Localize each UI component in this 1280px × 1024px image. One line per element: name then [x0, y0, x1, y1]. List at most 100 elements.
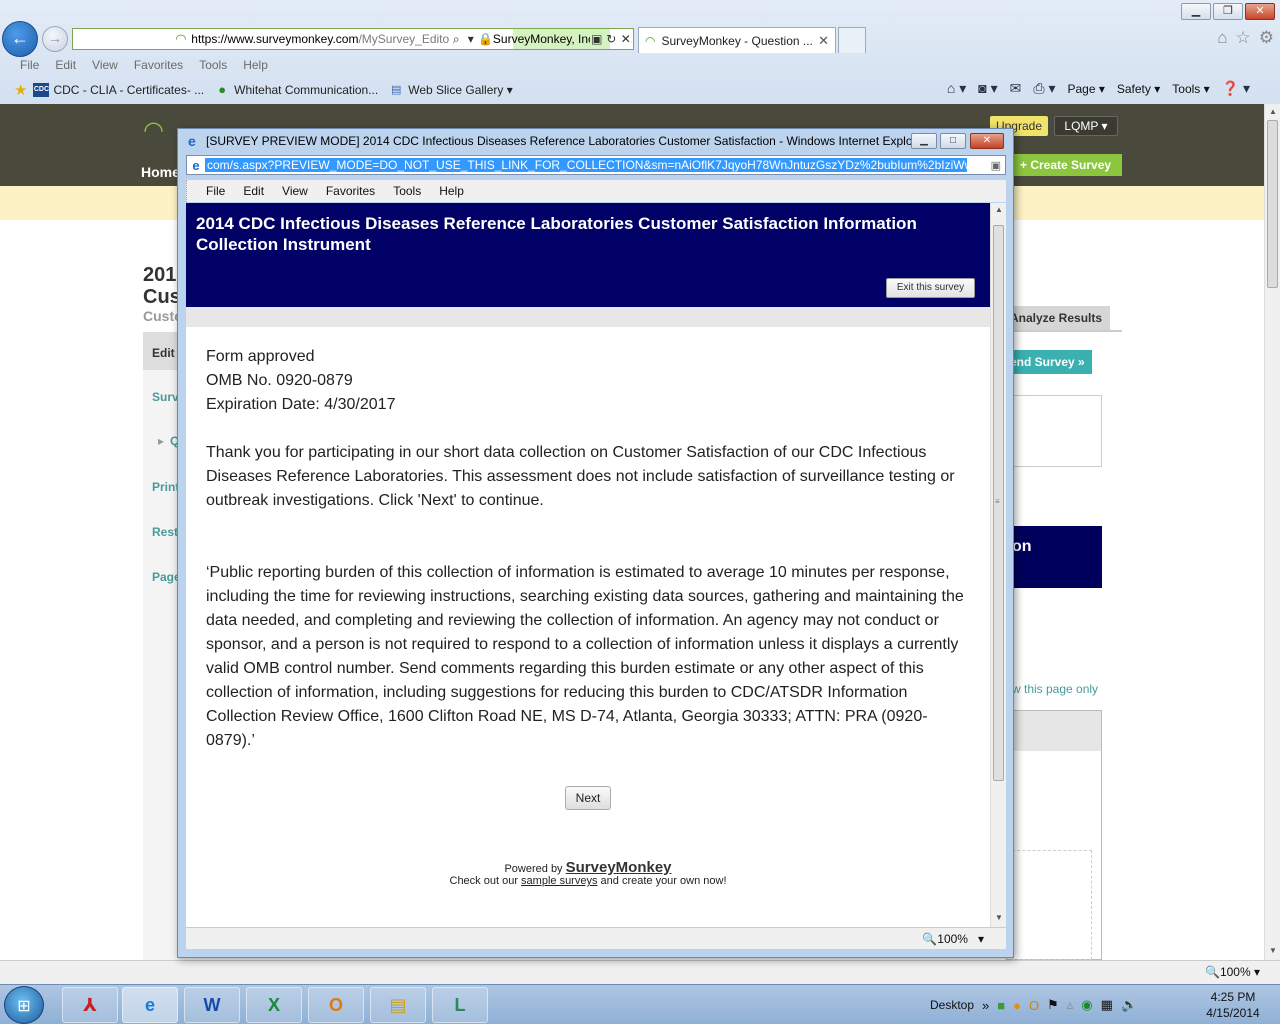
scroll-up-icon[interactable]: ▲ [1265, 107, 1280, 116]
create-survey-button[interactable]: + Create Survey [1010, 154, 1122, 176]
gear-icon[interactable]: ⚙ [1259, 28, 1274, 48]
zoom-control[interactable]: 🔍100% ▾ [1205, 965, 1260, 979]
compat-view-icon[interactable]: ▣ [590, 32, 605, 46]
menu-help[interactable]: Help [235, 55, 276, 75]
survey-title: 2014 CDC Infectious Diseases Reference L… [196, 214, 917, 254]
next-button[interactable]: Next [565, 786, 611, 810]
start-button[interactable]: ⊞ [4, 986, 44, 1024]
refresh-icon[interactable]: ↻ [604, 32, 619, 46]
home-icon[interactable]: ⌂ ▾ [947, 80, 966, 97]
favorite-web-slice-gallery[interactable]: ▤ Web Slice Gallery ▾ [388, 83, 513, 97]
popup-menu-file[interactable]: File [197, 184, 234, 198]
scroll-thumb[interactable] [1267, 120, 1278, 288]
shield-icon[interactable]: ■ [997, 998, 1005, 1013]
surveymonkey-brand-link[interactable]: SurveyMonkey [566, 859, 672, 876]
left-nav-survey[interactable]: Surv [152, 390, 179, 404]
command-safety[interactable]: Safety ▾ [1117, 82, 1160, 96]
clock-time: 4:25 PM [1210, 990, 1256, 1004]
clock[interactable]: 4:25 PM 4/15/2014 [1198, 989, 1268, 1021]
taskbar-explorer[interactable]: ▤ [370, 987, 426, 1023]
address-bar[interactable]: ◠ https://www.surveymonkey.com/MySurvey_… [72, 28, 634, 50]
restore-button[interactable]: ❐ [1213, 3, 1243, 20]
read-mail-icon[interactable]: ✉ [1010, 80, 1022, 97]
menu-favorites[interactable]: Favorites [126, 55, 191, 75]
page-scrollbar[interactable]: ▲ ▼ [1264, 104, 1280, 960]
new-tab-button[interactable] [838, 27, 866, 53]
surveymonkey-logo-icon[interactable]: ◠ [143, 116, 164, 145]
site-identity[interactable]: SurveyMonkey, Inc ... [493, 32, 590, 46]
left-nav-print[interactable]: Print [152, 480, 179, 494]
scroll-up-icon[interactable]: ▲ [991, 205, 1007, 214]
popup-address-bar[interactable]: e com/s.aspx?PREVIEW_MODE=DO_NOT_USE_THI… [186, 155, 1006, 175]
home-icon[interactable]: ⌂ [1217, 28, 1227, 48]
address-url[interactable]: https://www.surveymonkey.com/MySurvey_Ed… [191, 32, 449, 46]
command-page[interactable]: Page ▾ [1067, 82, 1104, 96]
send-survey-button[interactable]: end Survey » [1006, 350, 1092, 374]
view-page-only-link[interactable]: w this page only [1012, 682, 1098, 696]
volume-icon[interactable]: 🔊 [1121, 997, 1137, 1013]
lock-icon[interactable]: 🔒 [478, 32, 493, 46]
back-button[interactable]: ← [2, 21, 38, 57]
popup-menu-edit[interactable]: Edit [234, 184, 273, 198]
menu-edit[interactable]: Edit [47, 55, 84, 75]
favorite-whitehat[interactable]: ● Whitehat Communication... [214, 83, 378, 98]
address-url-host: https://www.surveymonkey.com [191, 32, 359, 46]
excel-icon: X [267, 995, 280, 1015]
taskbar-acrobat[interactable]: ⅄ [62, 987, 118, 1023]
stop-icon[interactable]: ✕ [619, 32, 634, 46]
desktop-toolbar[interactable]: Desktop [930, 998, 974, 1012]
command-label: Safety [1116, 81, 1151, 96]
nav-home[interactable]: Home [141, 164, 180, 180]
left-nav-edit[interactable]: Edit [152, 346, 175, 360]
help-icon[interactable]: ❓ ▾ [1222, 80, 1250, 97]
scroll-down-icon[interactable]: ▼ [1265, 946, 1280, 955]
right-panel-header [1007, 711, 1101, 751]
popup-menu-help[interactable]: Help [430, 184, 473, 198]
flag-icon[interactable]: ⚑ [1047, 997, 1059, 1013]
print-icon[interactable]: ⎙ ▾ [1033, 80, 1055, 97]
menu-file[interactable]: File [12, 55, 47, 75]
popup-maximize-button[interactable]: □ [940, 133, 966, 149]
tab-surveymonkey[interactable]: ◠ SurveyMonkey - Question ... ✕ [638, 27, 836, 53]
taskbar-excel[interactable]: X [246, 987, 302, 1023]
popup-menu-favorites[interactable]: Favorites [317, 184, 384, 198]
command-tools[interactable]: Tools ▾ [1172, 82, 1209, 96]
minimize-button[interactable]: ▁ [1181, 3, 1211, 20]
forward-button[interactable]: → [42, 26, 68, 52]
menu-tools[interactable]: Tools [191, 55, 235, 75]
scroll-down-icon[interactable]: ▼ [991, 913, 1007, 922]
exit-survey-button[interactable]: Exit this survey [886, 278, 975, 298]
popup-url[interactable]: com/s.aspx?PREVIEW_MODE=DO_NOT_USE_THIS_… [205, 158, 967, 172]
favorites-add-star-icon[interactable]: ★ [14, 81, 27, 99]
popup-close-button[interactable]: ✕ [970, 133, 1004, 149]
outlook-icon: O [328, 995, 343, 1015]
taskbar-outlook[interactable]: O [308, 987, 364, 1023]
outlook-tray-icon[interactable]: O [1029, 998, 1039, 1013]
dropdown-arrow-icon[interactable]: ▾ [463, 32, 478, 46]
popup-menu-tools[interactable]: Tools [384, 184, 430, 198]
tab-analyze-results[interactable]: Analyze Results [1006, 306, 1110, 330]
taskbar-word[interactable]: W [184, 987, 240, 1023]
taskbar-lync[interactable]: L [432, 987, 488, 1023]
popup-zoom-control[interactable]: 🔍100% ▾ [922, 932, 984, 946]
taskbar-internet-explorer[interactable]: e [122, 987, 178, 1023]
account-menu[interactable]: LQMP ▾ [1054, 116, 1118, 136]
favorite-cdc-clia[interactable]: CDC CDC - CLIA - Certificates- ... [33, 83, 204, 97]
network-icon[interactable]: ▦ [1101, 997, 1113, 1013]
menu-view[interactable]: View [84, 55, 126, 75]
popup-minimize-button[interactable]: ▁ [911, 133, 937, 149]
favorites-star-icon[interactable]: ☆ [1236, 28, 1251, 48]
tray-arrow-icon[interactable]: ▵ [1067, 997, 1074, 1013]
close-tab-icon[interactable]: ✕ [818, 33, 829, 49]
sample-surveys-link[interactable]: sample surveys [521, 875, 597, 887]
rss-feed-icon[interactable]: ◙ ▾ [978, 80, 997, 97]
popup-scrollbar[interactable]: ▲ ≡ ▼ [990, 203, 1006, 927]
popup-menu-view[interactable]: View [273, 184, 317, 198]
page-info-icon[interactable]: ▣ [991, 159, 1001, 172]
lync-status-icon[interactable]: ◉ [1081, 997, 1092, 1013]
chevron-right-icon[interactable]: » [982, 998, 989, 1013]
update-icon[interactable]: ● [1013, 998, 1021, 1013]
close-window-button[interactable]: ✕ [1245, 3, 1275, 20]
search-icon[interactable]: ⌕ [449, 32, 464, 47]
left-nav-restore[interactable]: Rest [152, 525, 178, 539]
